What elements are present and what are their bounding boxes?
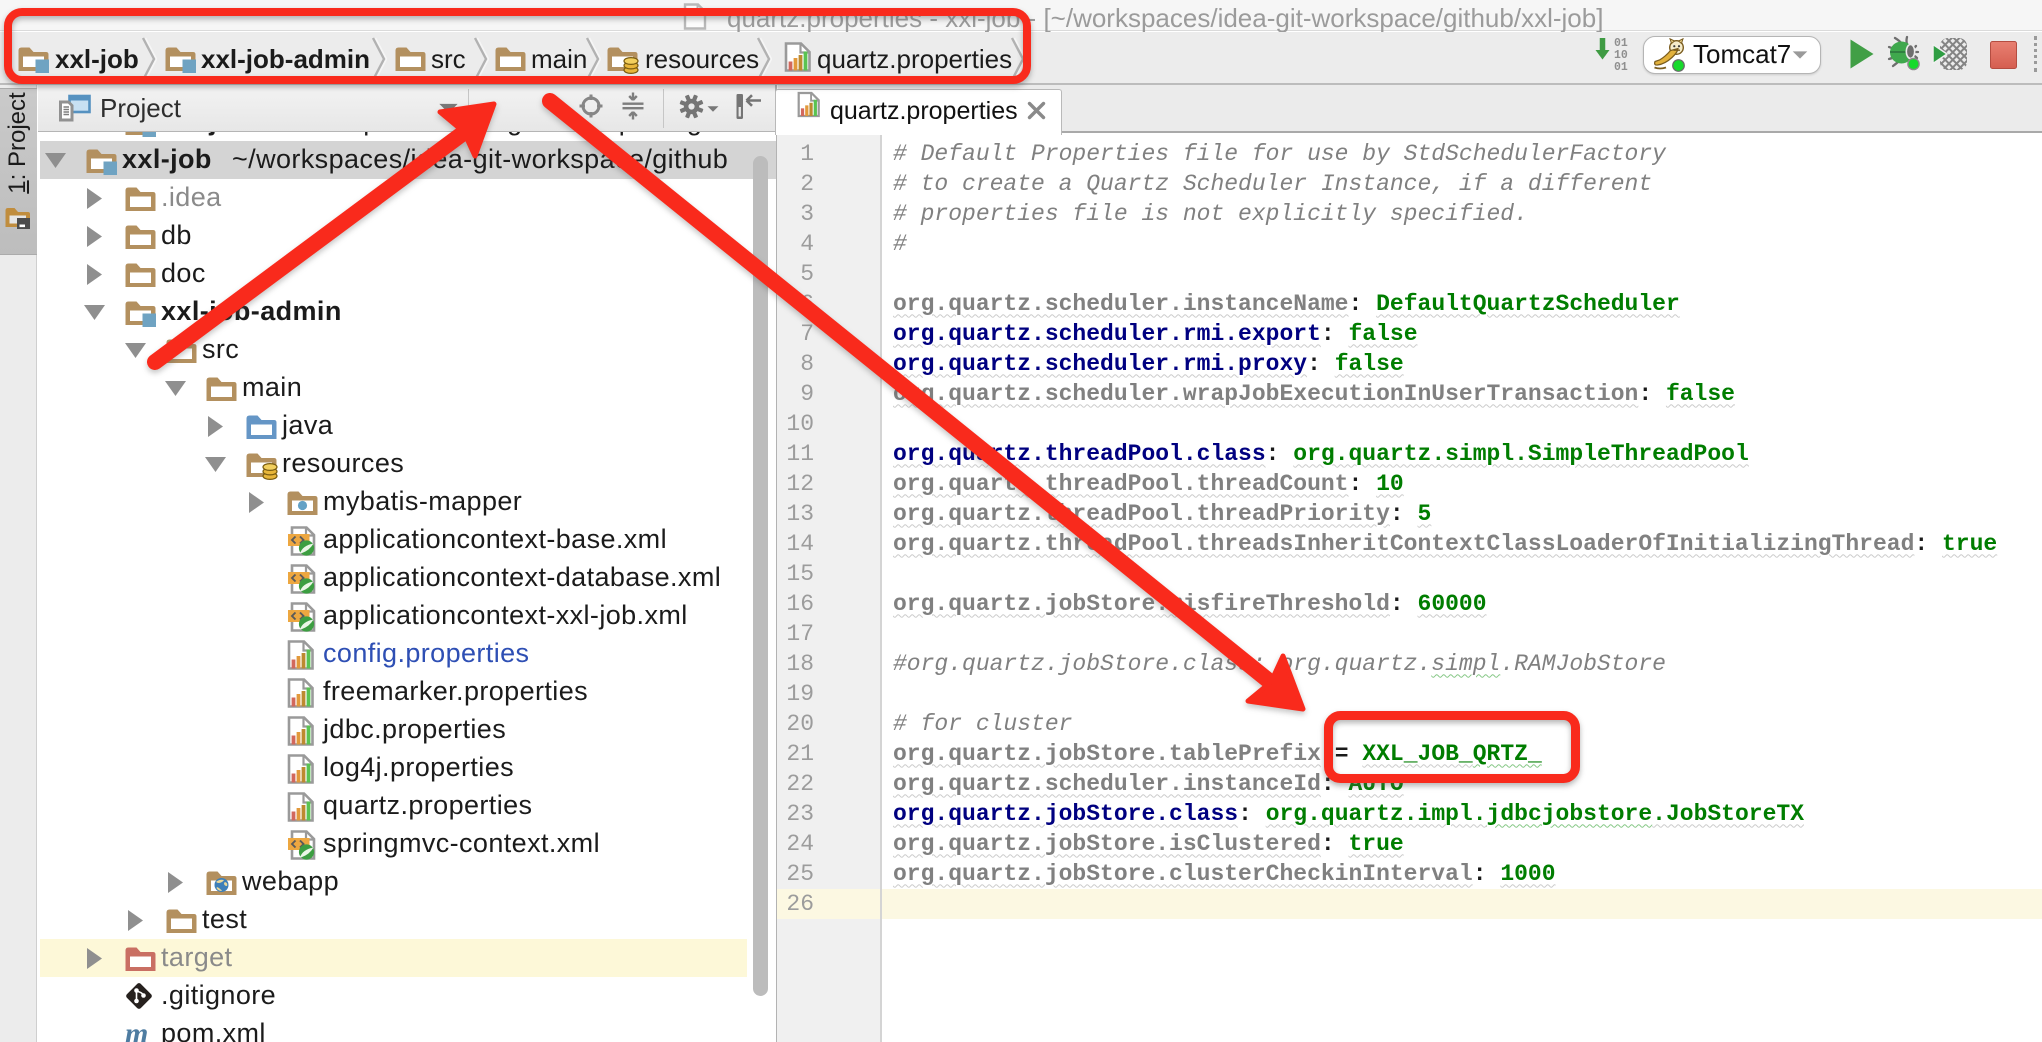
svg-text:01: 01 — [1614, 61, 1628, 73]
svg-text:m: m — [125, 1020, 148, 1042]
